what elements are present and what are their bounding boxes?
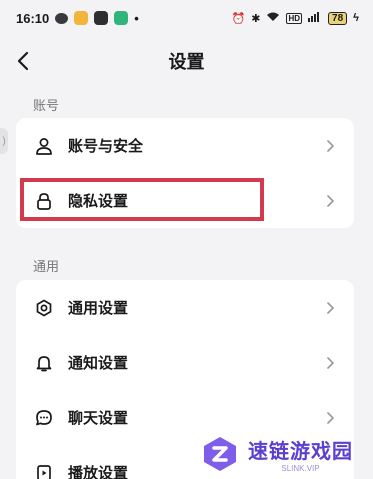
watermark-title: 速链游戏园 [248,440,353,463]
status-time: 16:10 [16,10,50,26]
side-drawer-handle[interactable]: ) [0,128,8,154]
back-button[interactable] [10,48,36,74]
chat-icon [34,408,54,428]
notification-settings-label: 通知设置 [68,355,129,372]
user-icon [34,136,54,156]
playback-settings-label: 播放设置 [68,465,129,479]
privacy-settings-item[interactable]: 隐私设置 [16,173,354,228]
account-security-label: 账号与安全 [68,138,144,155]
account-security-item[interactable]: 账号与安全 [16,118,354,173]
charging-icon: ϟ [353,12,359,24]
battery-icon: 78 [328,11,348,25]
wechat-icon [55,12,69,24]
watermark-subtitle: SLINK.VIP [281,463,320,473]
chevron-right-icon [324,356,336,369]
gear-icon [34,298,54,318]
bluetooth-icon: ✱ [251,12,261,25]
general-settings-label: 通用设置 [68,300,129,317]
section-label-general: 通用 [33,259,60,274]
lock-icon [34,191,54,211]
chevron-left-icon [17,51,29,71]
alarm-icon: ⏰ [231,12,246,25]
watermark-logo-icon [204,436,236,471]
page-title: 设置 [168,52,205,72]
chevron-right-icon [324,139,336,152]
chevron-right-icon [324,411,336,424]
chevron-right-icon [324,194,336,207]
notification-dot: • [134,10,139,26]
notification-settings-item[interactable]: 通知设置 [16,335,354,390]
general-settings-item[interactable]: 通用设置 [16,280,354,335]
network-badge: HD [286,12,303,24]
app-notification-icon [114,11,129,25]
watermark: 速链游戏园 SLINK.VIP [194,428,372,479]
status-bar: 16:10 • ⏰ ✱ HD 78 ϟ [0,0,373,36]
account-card: 账号与安全 隐私设置 [16,118,354,228]
section-label-account: 账号 [33,98,60,113]
wifi-icon [266,11,280,25]
chat-settings-label: 聊天设置 [68,410,129,427]
nav-bar: 设置 [0,36,373,86]
signal-icon [308,11,322,25]
app-notification-icon [74,11,89,25]
play-settings-icon [34,463,54,479]
privacy-settings-label: 隐私设置 [68,193,129,210]
chevron-right-icon [324,301,336,314]
app-notification-icon [94,11,109,25]
bell-icon [34,353,54,373]
